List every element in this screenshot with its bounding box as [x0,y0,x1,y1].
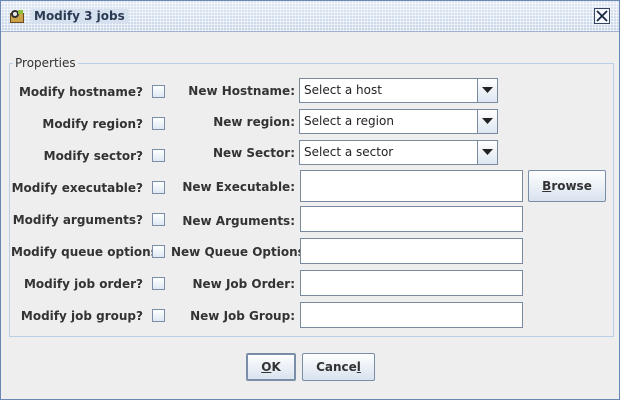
modify-job-group-checkbox[interactable] [152,309,165,322]
cancel-button[interactable]: Cancel [302,353,375,381]
executable-field[interactable] [300,170,523,202]
hostname-select-value: Select a host [304,83,382,97]
job-order-field[interactable] [300,270,523,296]
modify-region-checkbox[interactable] [152,117,165,130]
modify-job-order-label: Modify job order? [23,277,143,291]
chevron-down-icon[interactable] [477,110,497,133]
modify-queue-options-checkbox[interactable] [152,245,165,258]
region-select[interactable]: Select a region [299,109,498,134]
browse-label: rowse [551,179,592,193]
modify-region-label: Modify region? [42,117,143,131]
hostname-select[interactable]: Select a host [299,78,498,103]
new-job-order-label: New Job Order: [192,277,296,291]
new-executable-label: New Executable: [182,180,295,194]
modify-executable-label: Modify executable? [11,181,143,195]
chevron-down-icon[interactable] [477,141,497,164]
ok-mnemonic: O [261,360,272,374]
title-bar[interactable]: Modify 3 jobs [1,1,619,32]
new-region-label: New region: [213,115,295,129]
modify-queue-options-label: Modify queue options? [11,245,165,259]
app-icon [9,8,25,24]
modify-arguments-checkbox[interactable] [152,213,165,226]
ok-button[interactable]: OK [246,353,296,381]
close-icon[interactable] [594,8,610,24]
ok-label: K [271,360,281,374]
cancel-label: Cance [316,360,357,374]
new-job-group-label: New Job Group: [190,309,295,323]
region-select-value: Select a region [304,114,394,128]
modify-job-group-label: Modify job group? [20,309,143,323]
browse-mnemonic: B [542,179,552,193]
chevron-down-icon[interactable] [477,79,497,102]
window-title: Modify 3 jobs [31,9,128,23]
new-arguments-label: New Arguments: [182,214,295,228]
browse-button[interactable]: Browse [528,170,606,202]
new-hostname-label: New Hostname: [188,84,295,98]
arguments-field[interactable] [300,206,523,232]
modify-executable-checkbox[interactable] [152,181,165,194]
modify-sector-checkbox[interactable] [152,149,165,162]
queue-options-field[interactable] [300,238,523,264]
job-group-field[interactable] [300,302,523,328]
modify-jobs-dialog: Modify 3 jobs Properties Modify hostname… [0,0,620,400]
sector-select-value: Select a sector [304,145,394,159]
modify-hostname-label: Modify hostname? [18,85,143,99]
modify-job-order-checkbox[interactable] [152,277,165,290]
properties-group-title: Properties [13,56,78,70]
new-sector-label: New Sector: [212,146,295,160]
modify-arguments-label: Modify arguments? [12,213,143,227]
modify-hostname-checkbox[interactable] [152,85,165,98]
sector-select[interactable]: Select a sector [299,140,498,165]
new-queue-options-label: New Queue Options: [171,245,310,259]
modify-sector-label: Modify sector? [43,149,143,163]
cancel-mnemonic: l [356,360,361,374]
